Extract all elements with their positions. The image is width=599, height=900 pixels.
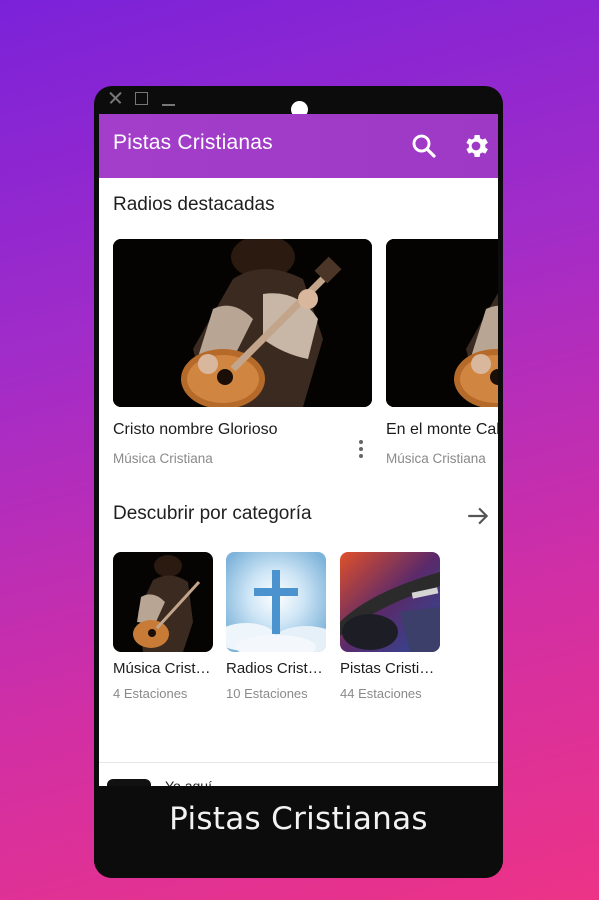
settings-button[interactable] [461, 131, 491, 161]
app-screen: Pistas Cristianas Radios destacadas Cris… [99, 114, 498, 786]
arrow-right-icon [468, 507, 489, 525]
category-card-image [226, 552, 326, 652]
phone-frame: Pistas Cristianas Radios destacadas Cris… [94, 86, 503, 878]
caption-bar: Pistas Cristianas [94, 786, 503, 878]
category-card[interactable]: Música Cristiana 4 Estaciones [113, 552, 213, 704]
category-card-title: Música Cristiana [113, 660, 213, 677]
maximize-icon[interactable] [135, 92, 148, 105]
section-divider [99, 762, 498, 763]
app-title: Pistas Cristianas [113, 131, 273, 154]
category-card-count: 44 Estaciones [340, 686, 422, 701]
search-button[interactable] [409, 131, 439, 161]
close-icon[interactable] [108, 91, 122, 105]
category-card[interactable]: Pistas Cristianas 44 Estaciones [340, 552, 440, 704]
featured-card[interactable]: En el monte Calvario Música Cristiana [386, 239, 498, 466]
see-all-categories-button[interactable] [465, 503, 491, 529]
category-section-title: Descubrir por categoría [113, 503, 312, 524]
list-item-title[interactable]: Yo aquí [165, 778, 212, 786]
category-card-title: Pistas Cristianas [340, 660, 440, 677]
featured-card-subtitle: Música Cristiana [113, 451, 213, 466]
featured-card[interactable]: Cristo nombre Glorioso Música Cristiana [113, 239, 372, 466]
caption-text: Pistas Cristianas [169, 801, 428, 837]
category-card-title: Radios Cristianas [226, 660, 326, 677]
featured-section-title: Radios destacadas [113, 194, 275, 215]
category-card-image [340, 552, 440, 652]
app-bar: Pistas Cristianas [99, 114, 498, 178]
minimize-icon[interactable] [162, 91, 176, 106]
featured-card-image [113, 239, 372, 407]
more-vert-icon [359, 440, 363, 444]
category-card-count: 4 Estaciones [113, 686, 188, 701]
list-item-thumbnail[interactable] [107, 779, 151, 786]
category-card[interactable]: Radios Cristianas 10 Estaciones [226, 552, 326, 704]
category-card-image [113, 552, 213, 652]
featured-card-title: En el monte Calvario [386, 421, 498, 438]
more-options-button[interactable] [355, 437, 367, 463]
featured-card-image [386, 239, 498, 407]
featured-card-subtitle: Música Cristiana [386, 451, 486, 466]
search-icon [412, 134, 436, 158]
category-card-count: 10 Estaciones [226, 686, 308, 701]
featured-card-title: Cristo nombre Glorioso [113, 421, 278, 438]
gear-icon [466, 135, 488, 157]
